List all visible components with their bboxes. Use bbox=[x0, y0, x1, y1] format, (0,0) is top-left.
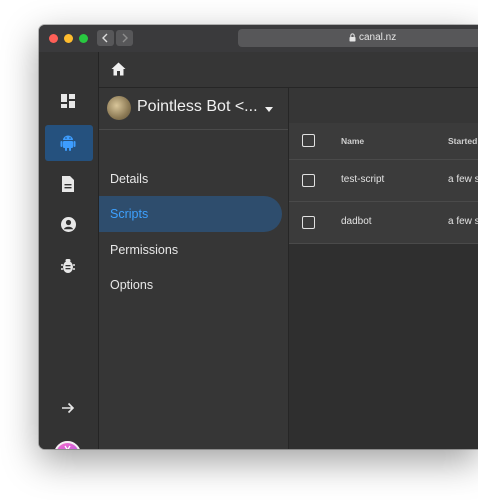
browser-forward-button[interactable] bbox=[116, 30, 133, 46]
browser-titlebar: canal.nz bbox=[39, 25, 478, 52]
project-switcher[interactable]: Pointless Bot <... bbox=[99, 88, 288, 130]
browser-back-button[interactable] bbox=[97, 30, 114, 46]
row-started: a few s bbox=[448, 216, 478, 227]
address-bar[interactable]: canal.nz bbox=[238, 29, 478, 47]
caret-down-icon bbox=[265, 107, 273, 112]
rail-dashboard[interactable] bbox=[45, 84, 93, 120]
bug-icon bbox=[61, 259, 75, 273]
row-name: test-script bbox=[341, 174, 385, 185]
row-started: a few s bbox=[448, 174, 478, 185]
project-avatar bbox=[107, 96, 131, 120]
column-header-name[interactable]: Name bbox=[341, 136, 364, 146]
nav-details[interactable]: Details bbox=[99, 161, 282, 197]
nav-options[interactable]: Options bbox=[99, 267, 282, 303]
select-all-checkbox[interactable] bbox=[302, 134, 315, 147]
minimize-window-button[interactable] bbox=[64, 34, 73, 43]
top-app-bar bbox=[99, 52, 478, 88]
column-header-started[interactable]: Started bbox=[448, 136, 477, 146]
rail-debug[interactable] bbox=[45, 248, 93, 284]
document-icon bbox=[62, 176, 74, 192]
arrow-right-icon bbox=[62, 402, 75, 414]
row-checkbox[interactable] bbox=[302, 216, 315, 229]
chevron-left-icon bbox=[102, 33, 108, 43]
table-row[interactable]: dadbot a few s bbox=[289, 202, 478, 244]
browser-window: canal.nz Pointless Bot <... Details Scri… bbox=[39, 25, 478, 449]
maximize-window-button[interactable] bbox=[79, 34, 88, 43]
row-checkbox[interactable] bbox=[302, 174, 315, 187]
rail-account[interactable] bbox=[45, 207, 93, 243]
home-icon[interactable] bbox=[111, 62, 126, 76]
project-panel: Pointless Bot <... Details Scripts Permi… bbox=[99, 88, 289, 449]
row-name: dadbot bbox=[341, 216, 372, 227]
close-window-button[interactable] bbox=[49, 34, 58, 43]
table-header-row: Name Started bbox=[289, 123, 478, 160]
address-url: canal.nz bbox=[359, 32, 397, 43]
deer-logo-icon bbox=[64, 445, 71, 449]
rail-documents[interactable] bbox=[45, 166, 93, 202]
account-circle-icon bbox=[61, 217, 76, 232]
lock-icon bbox=[349, 33, 356, 42]
scripts-content: Name Started test-script a few s dadbot … bbox=[289, 88, 478, 449]
table-toolbar bbox=[289, 88, 478, 123]
nav-options-label: Options bbox=[110, 278, 154, 292]
nav-permissions-label: Permissions bbox=[110, 243, 179, 257]
project-title: Pointless Bot <... bbox=[137, 98, 258, 115]
nav-permissions[interactable]: Permissions bbox=[99, 232, 282, 268]
android-icon bbox=[60, 135, 76, 151]
rail-expand[interactable] bbox=[45, 391, 93, 427]
nav-scripts-label: Scripts bbox=[110, 207, 149, 221]
chevron-right-icon bbox=[122, 33, 128, 43]
left-nav-rail bbox=[39, 52, 99, 449]
nav-scripts[interactable]: Scripts bbox=[99, 196, 282, 232]
table-row[interactable]: test-script a few s bbox=[289, 160, 478, 202]
rail-bots[interactable] bbox=[45, 125, 93, 161]
dashboard-icon bbox=[61, 94, 75, 108]
nav-details-label: Details bbox=[110, 172, 149, 186]
user-avatar[interactable] bbox=[54, 441, 81, 449]
